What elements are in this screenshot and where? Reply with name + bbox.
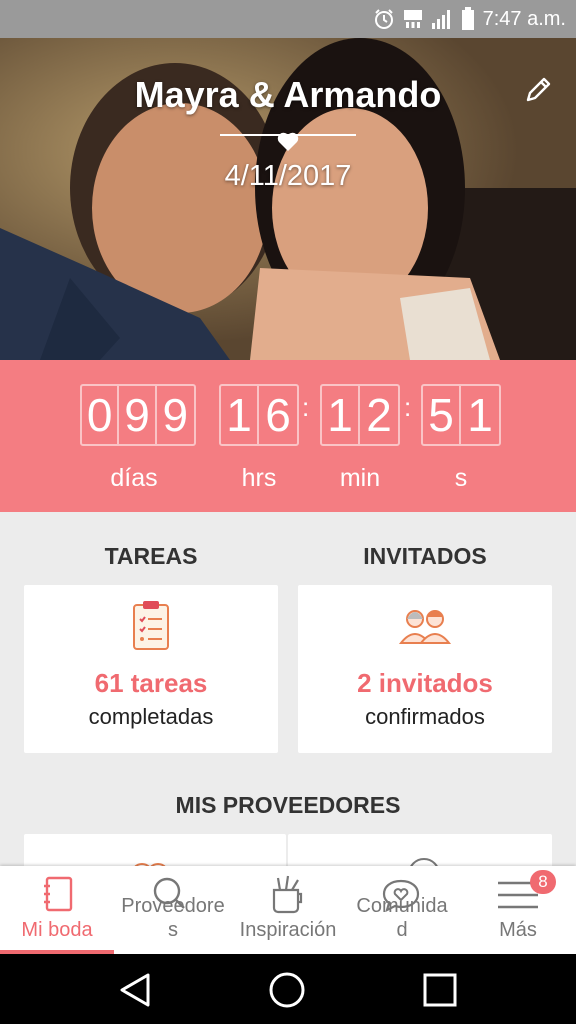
- hours-digits: 1 6: [219, 384, 299, 446]
- days-digit-3: 9: [162, 389, 189, 441]
- nav-item-mas[interactable]: Más: [460, 866, 576, 954]
- days-label: días: [110, 464, 158, 492]
- nav-item-comunidad[interactable]: Comunida d: [344, 866, 460, 954]
- nav-item-mi-boda[interactable]: Mi boda: [0, 866, 114, 954]
- bottom-navigation: Mi boda Proveedore s Inspiración Comunid…: [0, 866, 576, 954]
- recent-apps-icon[interactable]: [422, 972, 458, 1008]
- days-digit-2: 9: [119, 386, 157, 444]
- colon-separator: :: [302, 392, 310, 422]
- days-digit-1: 0: [82, 386, 120, 444]
- seconds-digits: 5 1: [421, 384, 501, 446]
- nav-label-mas: Más: [499, 919, 537, 941]
- signal-icon: [431, 8, 453, 30]
- back-icon[interactable]: [118, 972, 154, 1008]
- couple-names: Mayra & Armando: [134, 74, 442, 115]
- battery-icon: [461, 7, 475, 31]
- seconds-digit-1: 5: [423, 386, 461, 444]
- nav-label-inspiracion: Inspiración: [239, 919, 337, 941]
- countdown-hours: 1 6 hrs: [219, 384, 299, 492]
- days-digits: 0 9 9: [80, 384, 196, 446]
- inspiration-icon: [272, 875, 303, 914]
- seconds-digit-2: 1: [467, 389, 493, 441]
- hours-label: hrs: [241, 464, 277, 492]
- hours-digit-2: 6: [265, 389, 291, 441]
- countdown-days: 0 9 9 días: [80, 384, 196, 492]
- hours-digit-1: 1: [221, 386, 259, 444]
- wedding-countdown: 0 9 9 días 1 6 hrs : 1 2 min : 5 1 s: [0, 360, 576, 512]
- couple-photo: Mayra & Armando 4/11/2017: [0, 38, 576, 360]
- minutes-label: min: [339, 464, 381, 492]
- 4g-icon: [403, 8, 423, 30]
- wedding-date: 4/11/2017: [224, 160, 352, 192]
- tasks-section-title: TAREAS: [104, 543, 198, 569]
- nav-label-comunidad: Comunida d: [356, 895, 448, 941]
- clipboard-checklist-icon: [133, 601, 169, 650]
- countdown-seconds: 5 1 s: [421, 384, 501, 492]
- tasks-completed-label: completadas: [88, 704, 214, 729]
- colon-separator: :: [404, 392, 412, 422]
- status-bar: 7:47 a.m.: [0, 0, 576, 38]
- alarm-icon: [373, 8, 395, 30]
- heart-icon: [277, 132, 299, 151]
- guests-confirmed-label: confirmados: [365, 704, 485, 729]
- nav-item-proveedores[interactable]: Proveedore s: [114, 866, 232, 954]
- minutes-digit-1: 1: [322, 386, 360, 444]
- tasks-card[interactable]: 61 tareas completadas: [24, 585, 278, 753]
- clock: 7:47 a.m.: [482, 7, 566, 30]
- guests-section-title: INVITADOS: [363, 543, 487, 569]
- guests-couple-icon: [398, 610, 452, 644]
- vendors-section-title: MIS PROVEEDORES: [175, 792, 401, 818]
- seconds-label: s: [454, 464, 468, 492]
- nav-label-mi-boda: Mi boda: [21, 919, 93, 941]
- nav-item-inspiracion[interactable]: Inspiración: [232, 866, 344, 954]
- system-navigation-bar: [0, 954, 576, 1024]
- edit-pencil-icon[interactable]: [522, 74, 554, 106]
- guests-confirmed-count: 2 invitados: [357, 668, 493, 698]
- tasks-completed-count: 61 tareas: [94, 668, 208, 698]
- minutes-digits: 1 2: [320, 384, 400, 446]
- nav-label-proveedores: Proveedore s: [121, 895, 225, 941]
- notebook-icon: [44, 876, 73, 912]
- notification-badge: 8: [530, 870, 556, 894]
- minutes-digit-2: 2: [366, 389, 392, 441]
- home-icon[interactable]: [268, 971, 306, 1009]
- countdown-minutes: 1 2 min: [320, 384, 400, 492]
- guests-card[interactable]: 2 invitados confirmados: [298, 585, 552, 753]
